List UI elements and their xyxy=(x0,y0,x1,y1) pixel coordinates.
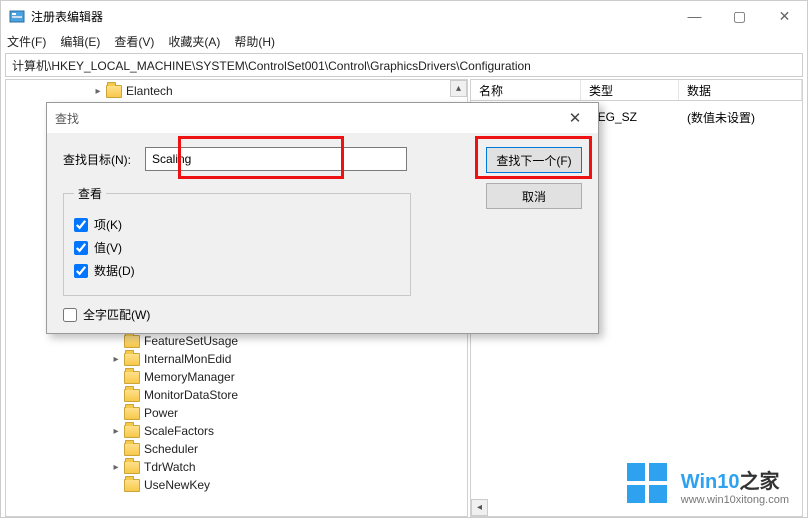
tree-label: TdrWatch xyxy=(144,460,196,474)
chk-keys-box[interactable] xyxy=(74,218,88,232)
app-icon xyxy=(9,8,25,24)
dialog-title: 查找 xyxy=(55,110,79,127)
folder-icon xyxy=(124,479,140,492)
cancel-button[interactable]: 取消 xyxy=(486,183,582,209)
col-type-header[interactable]: 类型 xyxy=(581,80,679,100)
tree-label: Scheduler xyxy=(144,442,198,456)
chk-values-box[interactable] xyxy=(74,241,88,255)
tree-row[interactable]: Power xyxy=(6,404,467,422)
menubar: 文件(F) 编辑(E) 查看(V) 收藏夹(A) 帮助(H) xyxy=(1,31,807,51)
dialog-button-column: 查找下一个(F) 取消 xyxy=(486,147,582,209)
tree-twisty[interactable] xyxy=(110,462,122,473)
tree-row[interactable]: MonitorDataStore xyxy=(6,386,467,404)
menu-view[interactable]: 查看(V) xyxy=(114,33,154,50)
window-controls: — ▢ ✕ xyxy=(672,1,807,31)
dialog-body: 查找目标(N): 查看 项(K) 值(V) 数据(D) 全字匹配(W) 查找下一… xyxy=(47,133,598,339)
folder-icon xyxy=(124,407,140,420)
tree-row[interactable]: TdrWatch xyxy=(6,458,467,476)
tree-row[interactable]: Scheduler xyxy=(6,440,467,458)
dialog-titlebar[interactable]: 查找 ✕ xyxy=(47,103,598,133)
folder-icon xyxy=(124,443,140,456)
chk-whole-word[interactable]: 全字匹配(W) xyxy=(63,306,582,323)
tree-twisty[interactable] xyxy=(92,86,104,97)
address-bar[interactable]: 计算机\HKEY_LOCAL_MACHINE\SYSTEM\ControlSet… xyxy=(5,53,803,77)
chk-whole-word-box[interactable] xyxy=(63,308,77,322)
tree-row[interactable]: ScaleFactors xyxy=(6,422,467,440)
tree-row[interactable]: UseNewKey xyxy=(6,476,467,494)
watermark-brand: Win10之家 xyxy=(681,465,789,494)
list-scroll-left-button[interactable]: ◂ xyxy=(471,499,488,516)
tree-label: UseNewKey xyxy=(144,478,210,492)
window-title: 注册表编辑器 xyxy=(31,8,672,25)
find-dialog: 查找 ✕ 查找目标(N): 查看 项(K) 值(V) 数据(D) 全字匹配(W)… xyxy=(46,102,599,334)
folder-icon xyxy=(124,353,140,366)
tree-row[interactable]: InternalMonEdid xyxy=(6,350,467,368)
col-data-header[interactable]: 数据 xyxy=(679,80,802,100)
look-at-legend: 查看 xyxy=(74,185,106,202)
menu-help[interactable]: 帮助(H) xyxy=(234,33,275,50)
titlebar: 注册表编辑器 — ▢ ✕ xyxy=(1,1,807,31)
tree-twisty[interactable] xyxy=(110,426,122,437)
dialog-close-button[interactable]: ✕ xyxy=(560,109,590,127)
tree-label: Power xyxy=(144,406,178,420)
tree-label: MonitorDataStore xyxy=(144,388,238,402)
chk-data[interactable]: 数据(D) xyxy=(74,262,400,279)
find-target-label: 查找目标(N): xyxy=(63,151,135,168)
find-target-input[interactable] xyxy=(145,147,407,171)
tree-label: Elantech xyxy=(126,84,173,98)
list-cell-data: (数值未设置) xyxy=(679,109,802,126)
folder-icon xyxy=(106,85,122,98)
tree-label: ScaleFactors xyxy=(144,424,214,438)
tree-twisty[interactable] xyxy=(110,354,122,365)
find-next-button[interactable]: 查找下一个(F) xyxy=(486,147,582,173)
menu-edit[interactable]: 编辑(E) xyxy=(60,33,100,50)
maximize-button[interactable]: ▢ xyxy=(717,1,762,31)
tree-label: MemoryManager xyxy=(144,370,235,384)
address-path: 计算机\HKEY_LOCAL_MACHINE\SYSTEM\ControlSet… xyxy=(12,57,531,74)
minimize-button[interactable]: — xyxy=(672,1,717,31)
menu-file[interactable]: 文件(F) xyxy=(7,33,46,50)
tree-row[interactable]: MemoryManager xyxy=(6,368,467,386)
close-button[interactable]: ✕ xyxy=(762,1,807,31)
chk-data-box[interactable] xyxy=(74,264,88,278)
look-at-fieldset: 查看 项(K) 值(V) 数据(D) xyxy=(63,185,411,296)
watermark: Win10之家 www.win10xitong.com xyxy=(627,463,789,507)
folder-icon xyxy=(124,425,140,438)
watermark-logo-icon xyxy=(627,463,671,507)
tree-scroll-up-button[interactable]: ▴ xyxy=(450,80,467,97)
tree-row[interactable]: Elantech xyxy=(6,82,467,100)
list-header: 名称 类型 数据 xyxy=(470,79,803,101)
folder-icon xyxy=(124,389,140,402)
menu-favorites[interactable]: 收藏夹(A) xyxy=(168,33,220,50)
col-name-header[interactable]: 名称 xyxy=(471,80,581,100)
tree-label: InternalMonEdid xyxy=(144,352,231,366)
folder-icon xyxy=(124,461,140,474)
watermark-url: www.win10xitong.com xyxy=(681,494,789,506)
chk-values[interactable]: 值(V) xyxy=(74,239,400,256)
chk-keys[interactable]: 项(K) xyxy=(74,216,400,233)
folder-icon xyxy=(124,371,140,384)
